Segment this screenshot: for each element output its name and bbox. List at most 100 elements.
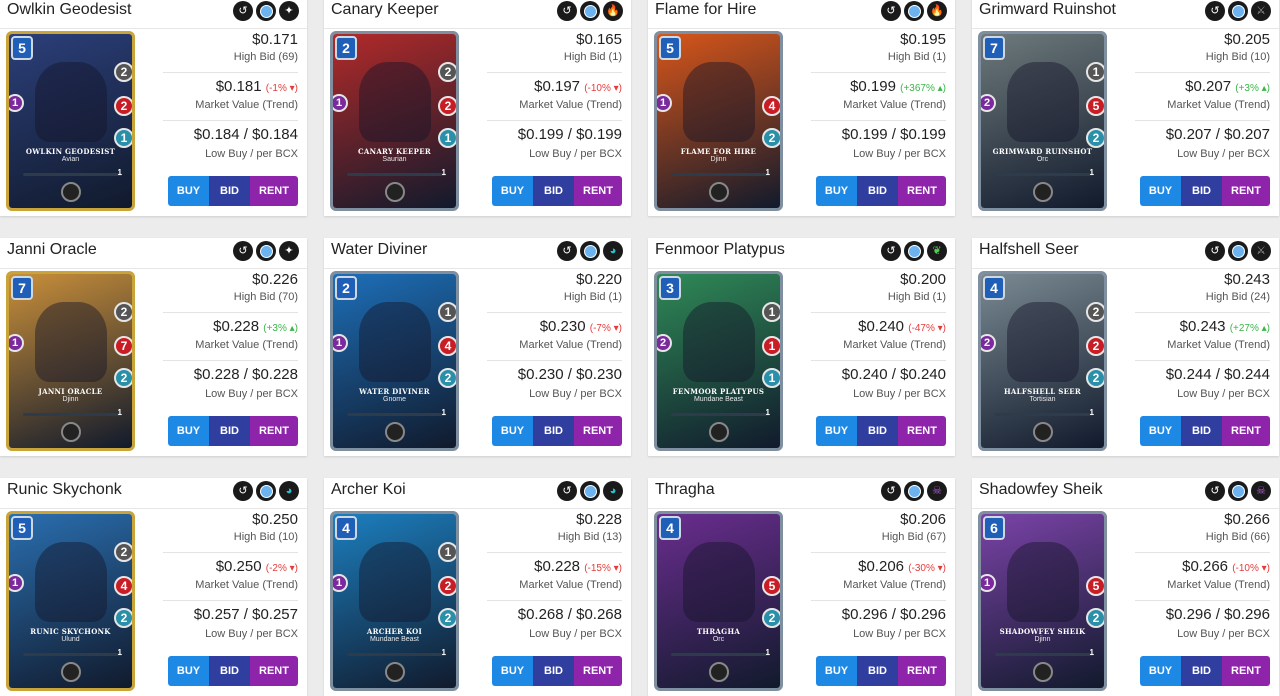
card-image[interactable]: 4 2 2 2 2 HALFSHELL SEER Tortisian 1: [978, 271, 1107, 451]
high-bid-price: $0.206: [900, 511, 946, 528]
bid-button[interactable]: BID: [533, 176, 574, 206]
buy-button[interactable]: BUY: [816, 416, 857, 446]
bid-button[interactable]: BID: [857, 176, 898, 206]
card-name-label: THRAGHA: [696, 627, 741, 636]
bid-button[interactable]: BID: [857, 656, 898, 686]
card-title[interactable]: Runic Skychonk: [7, 481, 122, 499]
bid-button[interactable]: BID: [1181, 416, 1222, 446]
card-image[interactable]: 7 1 5 2 2 GRIMWARD RUINSHOT Orc 1: [978, 31, 1107, 211]
card-title[interactable]: Halfshell Seer: [979, 241, 1079, 259]
buy-button[interactable]: BUY: [492, 176, 533, 206]
rent-button[interactable]: RENT: [1222, 176, 1270, 206]
market-value: $0.240 (-47% ▾): [858, 318, 946, 335]
edition-icon: ↺: [881, 241, 901, 261]
card-title[interactable]: Thragha: [655, 481, 715, 499]
buy-button[interactable]: BUY: [168, 176, 209, 206]
swords-icon: ⚔: [1251, 241, 1271, 261]
card-image[interactable]: 7 2 7 2 1 JANNI ORACLE Djinn 1: [6, 271, 135, 451]
card-name-label: SHADOWFEY SHEIK: [999, 627, 1086, 636]
rent-button[interactable]: RENT: [898, 176, 946, 206]
rent-button[interactable]: RENT: [250, 656, 298, 686]
card-character: [359, 542, 431, 622]
card-image[interactable]: 5 2 2 1 1 OWLKIN GEODESIST Avian 1: [6, 31, 135, 211]
card-image[interactable]: 2 1 4 2 1 WATER DIVINER Gnome 1: [330, 271, 459, 451]
buy-button[interactable]: BUY: [1140, 176, 1181, 206]
trend-indicator: (-2% ▾): [265, 563, 298, 574]
ability-icon: [1033, 182, 1053, 202]
buy-button[interactable]: BUY: [816, 176, 857, 206]
trend-indicator: (+367% ▴): [900, 83, 946, 94]
listing-header: Archer Koi ↺ ◕: [324, 478, 631, 509]
card-nameplate: WATER DIVINER Gnome: [343, 387, 446, 409]
rent-button[interactable]: RENT: [574, 176, 622, 206]
bid-button[interactable]: BID: [533, 656, 574, 686]
rent-button[interactable]: RENT: [250, 176, 298, 206]
ability-icon: [61, 182, 81, 202]
card-image[interactable]: 4 5 2 THRAGHA Orc 1: [654, 511, 783, 691]
rent-button[interactable]: RENT: [250, 416, 298, 446]
card-title[interactable]: Janni Oracle: [7, 241, 97, 259]
card-title[interactable]: Shadowfey Sheik: [979, 481, 1103, 499]
card-tags: ↺ ☠: [1205, 481, 1271, 501]
rarity-icon: [1228, 1, 1248, 21]
card-tags: ↺ ◕: [557, 241, 623, 261]
listing-header: Grimward Ruinshot ↺ ⚔: [972, 0, 1279, 29]
speed-stat: 2: [1086, 368, 1104, 388]
buy-button[interactable]: BUY: [1140, 656, 1181, 686]
rent-button[interactable]: RENT: [898, 656, 946, 686]
rent-button[interactable]: RENT: [898, 416, 946, 446]
bid-button[interactable]: BID: [533, 416, 574, 446]
card-image[interactable]: 5 4 2 1 FLAME FOR HIRE Djinn 1: [654, 31, 783, 211]
card-image[interactable]: 2 2 2 1 1 CANARY KEEPER Saurian 1: [330, 31, 459, 211]
buy-button[interactable]: BUY: [492, 656, 533, 686]
buy-button[interactable]: BUY: [816, 656, 857, 686]
melee-stat: 1: [9, 94, 24, 112]
low-buy-price: $0.230 / $0.230: [517, 366, 622, 383]
action-buttons: BUY BID RENT: [1140, 176, 1270, 206]
rent-button[interactable]: RENT: [574, 656, 622, 686]
trend-indicator: (+3% ▴): [263, 323, 298, 334]
card-tags: ↺ ⚔: [1205, 241, 1271, 261]
buy-button[interactable]: BUY: [492, 416, 533, 446]
card-title[interactable]: Archer Koi: [331, 481, 406, 499]
market-value-price: $0.199: [850, 78, 896, 95]
bid-button[interactable]: BID: [209, 656, 250, 686]
bid-button[interactable]: BID: [1181, 656, 1222, 686]
market-value: $0.197 (-10% ▾): [534, 78, 622, 95]
ability-icon: [709, 182, 729, 202]
card-title[interactable]: Grimward Ruinshot: [979, 1, 1116, 19]
buy-button[interactable]: BUY: [168, 656, 209, 686]
level-number: 1: [441, 168, 446, 177]
card-image[interactable]: 4 1 2 2 1 ARCHER KOI Mundane Beast 1: [330, 511, 459, 691]
divider: [487, 120, 622, 121]
market-value-label: Market Value (Trend): [519, 339, 622, 351]
card-tags: ↺ 🔥: [557, 1, 623, 21]
card-image[interactable]: 3 1 1 1 2 FENMOOR PLATYPUS Mundane Beast…: [654, 271, 783, 451]
buy-button[interactable]: BUY: [1140, 416, 1181, 446]
trend-indicator: (-47% ▾): [908, 323, 946, 334]
card-title[interactable]: Fenmoor Platypus: [655, 241, 785, 259]
card-title[interactable]: Water Diviner: [331, 241, 427, 259]
death-icon: ☠: [927, 481, 947, 501]
card-image[interactable]: 6 5 2 1 SHADOWFEY SHEIK Djinn 1: [978, 511, 1107, 691]
card-title[interactable]: Canary Keeper: [331, 1, 439, 19]
card-title[interactable]: Flame for Hire: [655, 1, 756, 19]
listing-header: Owlkin Geodesist ↺ ✦: [0, 0, 307, 29]
bid-button[interactable]: BID: [1181, 176, 1222, 206]
rent-button[interactable]: RENT: [1222, 416, 1270, 446]
level-number: 1: [1089, 648, 1094, 657]
bid-button[interactable]: BID: [209, 176, 250, 206]
rent-button[interactable]: RENT: [574, 416, 622, 446]
bid-button[interactable]: BID: [209, 416, 250, 446]
market-value-label: Market Value (Trend): [843, 99, 946, 111]
buy-button[interactable]: BUY: [168, 416, 209, 446]
ability-icon: [385, 662, 405, 682]
rent-button[interactable]: RENT: [1222, 656, 1270, 686]
death-icon: ☠: [1251, 481, 1271, 501]
rarity-icon: [904, 241, 924, 261]
card-title[interactable]: Owlkin Geodesist: [7, 1, 132, 19]
card-name-label: HALFSHELL SEER: [1004, 387, 1081, 396]
bid-button[interactable]: BID: [857, 416, 898, 446]
card-image[interactable]: 5 2 4 2 1 RUNIC SKYCHONK Ulund 1: [6, 511, 135, 691]
speed-stat: 2: [438, 608, 456, 628]
